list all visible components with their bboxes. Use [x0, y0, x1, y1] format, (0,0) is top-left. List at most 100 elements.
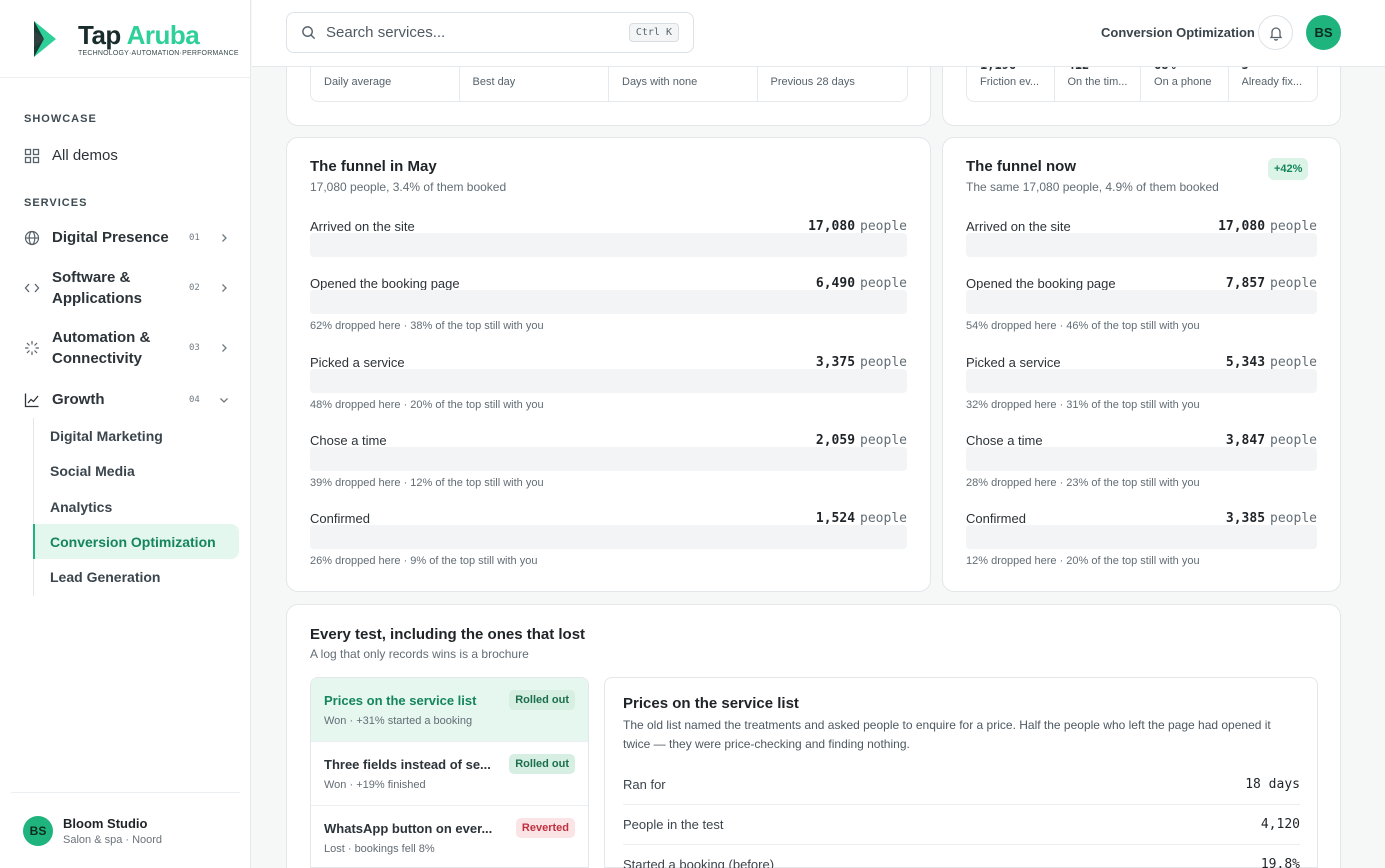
stage-count-unit: people [1270, 511, 1317, 526]
stage-drop-note: 28% dropped here · 23% of the top still … [966, 477, 1200, 489]
test-item[interactable]: Prices on the service list Won · +31% st… [311, 678, 588, 742]
status-badge: Reverted [515, 818, 575, 838]
stage-bar [310, 290, 907, 314]
chevron-down-icon [220, 397, 228, 403]
stage-count-unit: people [860, 511, 907, 526]
stage-drop-note: 62% dropped here · 38% of the top still … [310, 320, 544, 332]
notifications-button[interactable] [1258, 15, 1293, 50]
subnav-digital-marketing[interactable]: Digital Marketing [34, 418, 240, 453]
nav-label: Growth [52, 391, 105, 408]
funnel-now-subtitle: The same 17,080 people, 4.9% of them boo… [966, 180, 1219, 194]
stage-count: 17,080 people [808, 219, 907, 234]
stage-count-value: 17,080 [808, 219, 856, 234]
stage-count: 3,847 people [1226, 433, 1317, 448]
stage-count-unit: people [860, 276, 907, 291]
detail-row-label: Ran for [623, 777, 666, 792]
stage-bar-fill [310, 233, 907, 257]
detail-row: Ran for 18 days [623, 765, 1300, 805]
stage-count-value: 5,343 [1225, 355, 1266, 370]
stage-name: Arrived on the site [966, 219, 1071, 234]
stage-name: Chose a time [966, 433, 1043, 448]
test-name: Prices on the service list [324, 693, 477, 708]
stage-name: Picked a service [966, 355, 1061, 370]
chevron-right-icon [222, 344, 227, 352]
stage-count-unit: people [1270, 433, 1317, 448]
stage-count-value: 3,375 [815, 355, 856, 370]
stat-label: Already fix... [1241, 76, 1303, 88]
stage-bar-fill [966, 233, 1317, 257]
stage-name: Picked a service [310, 355, 405, 370]
status-badge: Rolled out [509, 690, 575, 710]
header-avatar[interactable]: BS [1306, 15, 1341, 50]
grid-icon [24, 148, 40, 163]
search-input[interactable] [326, 24, 616, 41]
stage-bar [310, 447, 907, 471]
stage-count-unit: people [1270, 219, 1317, 234]
globe-icon [24, 230, 40, 245]
subnav-conversion-optimization[interactable]: Conversion Optimization [33, 524, 239, 559]
stat-label: On the tim... [1067, 76, 1128, 88]
stage-bar-fill [310, 525, 364, 549]
stage-count-unit: people [860, 219, 907, 234]
detail-row-value: 4,120 [1260, 817, 1300, 832]
detail-row-label: Started a booking (before) [623, 857, 775, 868]
stage-count: 7,857 people [1226, 276, 1317, 291]
stage-bar-fill [310, 290, 537, 314]
bell-icon [1269, 26, 1282, 41]
tests-title: Every test, including the ones that lost [310, 626, 586, 643]
stage-drop-note: 39% dropped here · 12% of the top still … [310, 477, 544, 489]
stage-count-value: 2,059 [815, 433, 856, 448]
nav-digital-presence[interactable]: Digital Presence 01 [24, 227, 229, 248]
stage-drop-note: 32% dropped here · 31% of the top still … [966, 399, 1200, 411]
sidebar: Tap Aruba TECHNOLOGY·AUTOMATION·PERFORMA… [0, 0, 251, 868]
stage-drop-note: 48% dropped here · 20% of the top still … [310, 399, 544, 411]
nav-automation-connectivity[interactable]: Automation & Connectivity 03 [24, 327, 229, 369]
stage-bar-fill [966, 525, 1037, 549]
nav-number: 01 [189, 232, 200, 243]
subnav-lead-generation[interactable]: Lead Generation [34, 559, 240, 594]
subnav-analytics[interactable]: Analytics [34, 489, 240, 524]
stage-count-value: 6,490 [815, 276, 856, 291]
stage-drop-note: 26% dropped here · 9% of the top still w… [310, 555, 538, 567]
stage-bar-fill [310, 369, 430, 393]
test-item[interactable]: Three fields instead of se... Won · +19%… [311, 742, 588, 806]
stage-count-value: 1,524 [815, 511, 856, 526]
logo-chevron-icon [34, 20, 56, 57]
stage-bar [966, 525, 1317, 549]
stage-bar [966, 369, 1317, 393]
test-list: Prices on the service list Won · +31% st… [310, 677, 589, 868]
stage-count: 3,375 people [816, 355, 907, 370]
search-box[interactable]: Ctrl K [286, 12, 694, 53]
funnel-may-card: The funnel in May 17,080 people, 3.4% of… [286, 137, 931, 592]
nav-growth[interactable]: Growth 04 [24, 389, 229, 410]
loader-icon [25, 341, 39, 355]
stage-bar-fill [310, 447, 382, 471]
test-item[interactable]: WhatsApp button on ever... Lost · bookin… [311, 806, 588, 867]
stat-cell: 68%On a phone [1141, 58, 1229, 101]
test-name: Three fields instead of se... [324, 757, 491, 772]
nav-label: Digital Presence [52, 229, 169, 246]
stage-name: Opened the booking page [310, 276, 460, 291]
stage-name: Confirmed [310, 511, 370, 526]
stat-cell: Best day [460, 66, 609, 101]
page-title: Conversion Optimization [1101, 25, 1255, 40]
test-detail-title: Prices on the service list [623, 695, 799, 712]
stage-bar [966, 290, 1317, 314]
stage-count: 2,059 people [816, 433, 907, 448]
stage-bar [310, 525, 907, 549]
test-detail-description: The old list named the treatments and as… [623, 718, 1271, 751]
logo[interactable]: Tap Aruba TECHNOLOGY·AUTOMATION·PERFORMA… [0, 0, 250, 78]
improvement-badge: +42% [1268, 158, 1309, 180]
stage-bar [966, 233, 1317, 257]
line-chart-icon [24, 393, 39, 407]
nav-software-applications[interactable]: Software & Applications 02 [24, 267, 229, 309]
stat-cell: 5Already fix... [1229, 58, 1317, 101]
nav-all-demos[interactable]: All demos [24, 145, 229, 166]
stage-count-value: 7,857 [1225, 276, 1266, 291]
stage-count: 1,524 people [816, 511, 907, 526]
stage-count: 6,490 people [816, 276, 907, 291]
detail-row-value: 19.8% [1260, 857, 1300, 868]
nav-number: 02 [189, 283, 200, 293]
user-profile[interactable]: BS Bloom Studio Salon & spa · Noord [11, 792, 240, 868]
subnav-social-media[interactable]: Social Media [34, 453, 240, 488]
